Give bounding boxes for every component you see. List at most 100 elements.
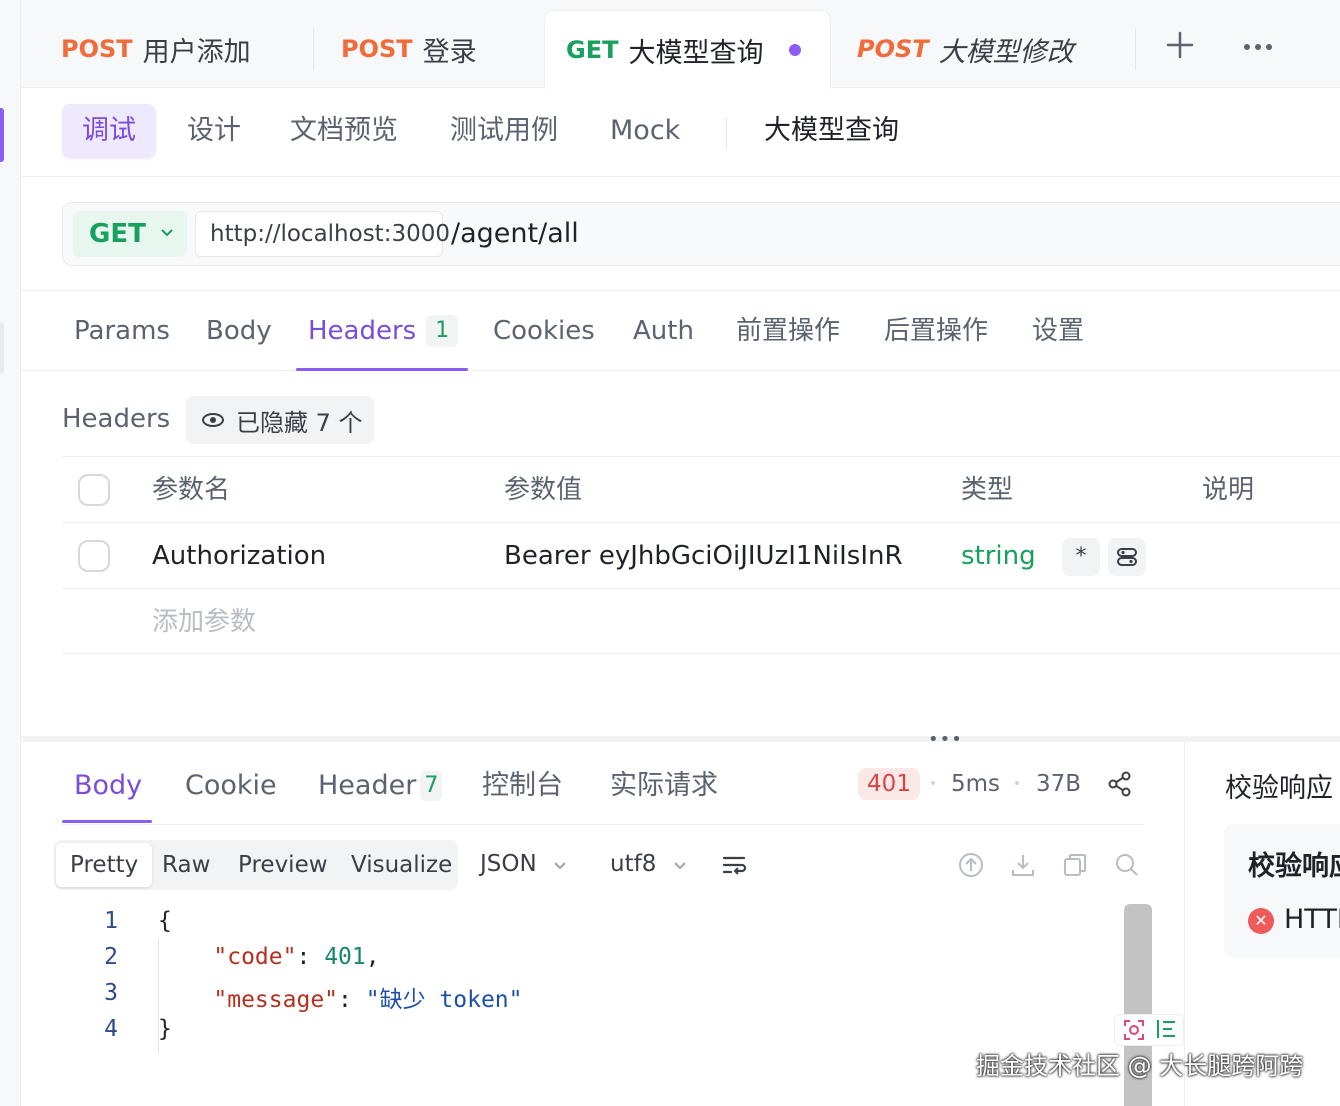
tab-label: 大模型修改 — [938, 36, 1074, 68]
tab-divider — [1135, 28, 1136, 70]
api-name-title[interactable]: 大模型查询 — [764, 104, 899, 158]
chevron-down-icon — [160, 226, 174, 242]
param-name-cell[interactable]: Authorization — [152, 523, 326, 589]
upload-icon[interactable] — [956, 850, 986, 880]
line-number: 2 — [104, 944, 118, 970]
response-time: 5ms — [951, 771, 1001, 797]
subnav-divider — [726, 117, 727, 149]
left-sidebar-edge — [0, 0, 21, 1106]
code-line: "code": 401, — [213, 944, 380, 970]
response-tab-header[interactable]: Header 7 — [318, 766, 443, 806]
tab-method: POST — [341, 35, 413, 63]
subnav-debug[interactable]: 调试 — [62, 104, 156, 158]
add-param-row: 添加参数 — [62, 588, 1340, 654]
tab-llm-query[interactable]: GET 大模型查询 — [544, 10, 831, 89]
param-value-cell[interactable]: Bearer eyJhbGciOiJIUzI1NiIsInR — [504, 523, 910, 589]
path-input[interactable]: /agent/all — [451, 203, 579, 265]
tab-headers-label: Headers — [308, 316, 417, 346]
tab-cookies[interactable]: Cookies — [493, 311, 595, 351]
row-checkbox[interactable] — [78, 540, 110, 572]
param-type-cell[interactable]: string — [961, 523, 1036, 589]
response-tab-underline — [62, 820, 152, 823]
format-dropdown[interactable]: JSON — [480, 848, 567, 883]
column-header-type: 类型 — [961, 475, 1014, 505]
tab-settings[interactable]: 设置 — [1032, 311, 1084, 351]
chevron-down-icon — [668, 859, 686, 875]
sidebar-collapse-handle[interactable] — [0, 322, 4, 374]
method-select[interactable]: GET — [73, 211, 187, 257]
subnav-mock[interactable]: Mock — [610, 104, 680, 158]
search-icon[interactable] — [1112, 850, 1142, 880]
panel-splitter[interactable] — [21, 736, 1340, 742]
tab-auth[interactable]: Auth — [633, 311, 694, 351]
tab-params[interactable]: Params — [74, 311, 170, 351]
hidden-headers-toggle[interactable]: 已隐藏 7 个 — [186, 396, 374, 444]
tab-login[interactable]: POST 登录 — [341, 10, 477, 88]
line-number: 3 — [104, 980, 118, 1006]
view-mode-segmented: Pretty Raw Preview Visualize — [54, 840, 458, 890]
encoding-dropdown[interactable]: utf8 — [610, 848, 687, 883]
share-icon[interactable] — [1106, 770, 1134, 798]
tab-post-processors[interactable]: 后置操作 — [884, 311, 988, 351]
subnav-doc-preview[interactable]: 文档预览 — [290, 104, 398, 158]
unsaved-dot-icon — [789, 44, 802, 56]
view-preview[interactable]: Preview — [238, 840, 328, 890]
validation-card-title: 校验响应 — [1248, 851, 1340, 882]
table-row: Authorization Bearer eyJhbGciOiJIUzI1NiI… — [62, 522, 1340, 588]
encoding-value: utf8 — [610, 851, 657, 877]
more-icon[interactable] — [1241, 30, 1275, 64]
tab-divider — [313, 28, 314, 70]
outline-icon[interactable] — [1155, 1018, 1177, 1045]
active-tab-underline — [296, 368, 468, 371]
view-visualize[interactable]: Visualize — [351, 840, 452, 890]
json-string: "缺少 token" — [365, 987, 523, 1013]
url-bar: GET http://localhost:3000 /agent/all — [62, 202, 1340, 266]
method-value: GET — [89, 219, 146, 249]
request-section-tabs: Params Body Headers 1 Cookies Auth 前置操作 后… — [21, 290, 1340, 371]
response-tab-header-label: Header — [318, 770, 417, 801]
validation-card-text: HTTP — [1284, 904, 1340, 935]
column-header-value: 参数值 — [504, 475, 583, 505]
code-line: { — [158, 908, 172, 934]
tab-llm-modify[interactable]: POST 大模型修改 — [857, 10, 1074, 88]
validation-card[interactable]: 校验响应 ✕ HTTP — [1224, 824, 1340, 958]
subnav-design[interactable]: 设计 — [187, 104, 241, 158]
line-number: 1 — [104, 908, 118, 934]
tab-user-add[interactable]: POST 用户添加 — [61, 10, 251, 88]
column-header-name: 参数名 — [152, 475, 231, 505]
wrap-lines-icon[interactable] — [720, 850, 750, 880]
tab-method: GET — [566, 36, 619, 64]
view-raw[interactable]: Raw — [162, 840, 210, 890]
response-tab-console[interactable]: 控制台 — [482, 766, 563, 806]
view-pretty[interactable]: Pretty — [56, 843, 153, 887]
base-url-field[interactable]: http://localhost:3000 — [195, 211, 450, 257]
download-icon[interactable] — [1008, 850, 1038, 880]
tab-label: 用户添加 — [142, 36, 251, 68]
response-header-count-badge: 7 — [420, 771, 443, 801]
tab-pre-processors[interactable]: 前置操作 — [736, 311, 840, 351]
line-number: 4 — [104, 1016, 118, 1042]
inspect-icon[interactable] — [1123, 1019, 1145, 1046]
api-sub-navigation: 调试 设计 文档预览 测试用例 Mock 大模型查询 — [21, 89, 1340, 177]
add-param-input[interactable]: 添加参数 — [152, 589, 256, 655]
plus-icon[interactable] — [1163, 28, 1197, 62]
validation-panel-title: 校验响应 — [1225, 773, 1333, 804]
table-header-row: 参数名 参数值 类型 说明 — [62, 456, 1340, 522]
tab-headers[interactable]: Headers 1 — [308, 311, 459, 351]
json-key: "message" — [213, 987, 339, 1013]
select-all-checkbox[interactable] — [78, 474, 110, 506]
json-number: 401 — [324, 944, 366, 970]
param-settings-icon[interactable] — [1108, 538, 1146, 576]
tab-method: POST — [61, 35, 133, 63]
response-tab-cookie[interactable]: Cookie — [185, 766, 277, 806]
response-tab-actual-request[interactable]: 实际请求 — [610, 766, 718, 806]
copy-icon[interactable] — [1060, 850, 1090, 880]
subnav-test-cases[interactable]: 测试用例 — [450, 104, 558, 158]
sidebar-active-indicator — [0, 108, 4, 162]
tab-body[interactable]: Body — [206, 311, 272, 351]
required-toggle[interactable]: * — [1062, 538, 1100, 576]
drag-handle-icon[interactable]: ••• — [928, 729, 963, 750]
response-tab-body[interactable]: Body — [74, 766, 142, 806]
response-code-viewer[interactable]: 1 2 3 4 { "code": 401, "message": "缺少 to… — [62, 900, 1122, 1106]
status-badge: 401 — [858, 768, 920, 800]
